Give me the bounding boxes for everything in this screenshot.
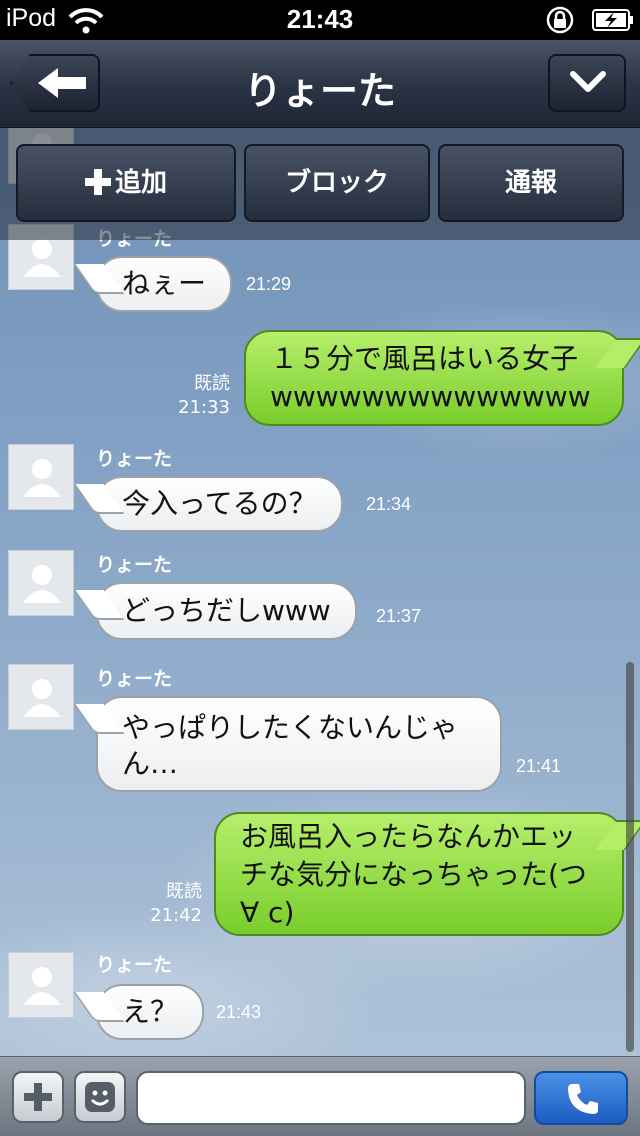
user-silhouette-icon <box>23 967 61 1005</box>
message-bubble[interactable]: え？ <box>96 984 205 1040</box>
smiley-icon <box>85 1082 115 1112</box>
read-receipt: 既読 21:42 <box>140 880 202 928</box>
sender-name: りょーた <box>96 668 173 690</box>
plus-icon <box>84 169 111 195</box>
add-friend-button[interactable]: 追加 <box>16 144 236 222</box>
status-bar: iPod 21:43 <box>0 0 640 40</box>
message-time: 21:42 <box>150 905 202 926</box>
message-time: 21:29 <box>246 274 292 294</box>
sender-name: りょーた <box>96 954 173 976</box>
call-button[interactable] <box>534 1071 628 1125</box>
message-bubble[interactable]: お風呂入ったらなんかエッチな気分になっちゃった(つ∀ c) <box>214 812 624 936</box>
add-label: 追加 <box>114 168 167 198</box>
message-time: 21:41 <box>516 756 562 776</box>
scrollbar[interactable] <box>626 662 634 1052</box>
report-button[interactable]: 通報 <box>438 144 624 222</box>
message-bubble[interactable]: ねぇー <box>96 256 233 312</box>
user-silhouette-icon <box>23 679 61 717</box>
avatar[interactable] <box>8 444 74 510</box>
page-title: りょーた <box>243 69 396 113</box>
orientation-lock-icon <box>546 6 574 34</box>
avatar[interactable] <box>8 664 74 730</box>
report-label: 通報 <box>504 168 557 198</box>
back-arrow-icon <box>38 68 86 98</box>
message-time: 21:43 <box>216 1002 262 1022</box>
sender-name: りょーた <box>96 448 173 470</box>
input-bar <box>0 1056 640 1136</box>
message-bubble[interactable]: １５分で風呂はいる女子wwwwwwwwwwwwww <box>244 330 624 426</box>
menu-dropdown-button[interactable] <box>548 54 626 112</box>
phone-icon <box>568 1084 598 1114</box>
message-bubble[interactable]: 今入ってるの？ <box>96 476 343 532</box>
avatar[interactable] <box>8 550 74 616</box>
user-silhouette-icon <box>23 239 61 277</box>
message-bubble[interactable]: やっぱりしたくないんじゃん… <box>96 696 502 792</box>
block-button[interactable]: ブロック <box>244 144 430 222</box>
back-button[interactable] <box>10 54 100 112</box>
attach-button[interactable] <box>12 1071 64 1123</box>
read-label: 既読 <box>194 373 230 394</box>
message-bubble[interactable]: どっちだしwww <box>96 582 357 640</box>
chevron-down-icon <box>570 71 606 92</box>
user-silhouette-icon <box>23 459 61 497</box>
read-receipt: 既読 21:33 <box>168 372 230 420</box>
user-silhouette-icon <box>23 565 61 603</box>
nav-bar: りょーた <box>0 40 640 128</box>
message-time: 21:37 <box>376 606 422 626</box>
sender-name: りょーた <box>96 554 173 576</box>
message-time: 21:33 <box>178 397 230 418</box>
sticker-button[interactable] <box>74 1071 126 1123</box>
message-input[interactable] <box>136 1071 526 1125</box>
message-time: 21:34 <box>366 494 412 514</box>
plus-icon <box>24 1083 52 1111</box>
read-label: 既読 <box>166 881 202 902</box>
action-bar: 追加 ブロック 通報 <box>0 128 640 240</box>
avatar[interactable] <box>8 952 74 1018</box>
chat-area[interactable]: りょーた ねぇー 21:29 既読 21:33 １５分で風呂はいる女子wwwww… <box>0 128 640 1056</box>
battery-icon <box>592 9 633 31</box>
block-label: ブロック <box>284 168 389 198</box>
